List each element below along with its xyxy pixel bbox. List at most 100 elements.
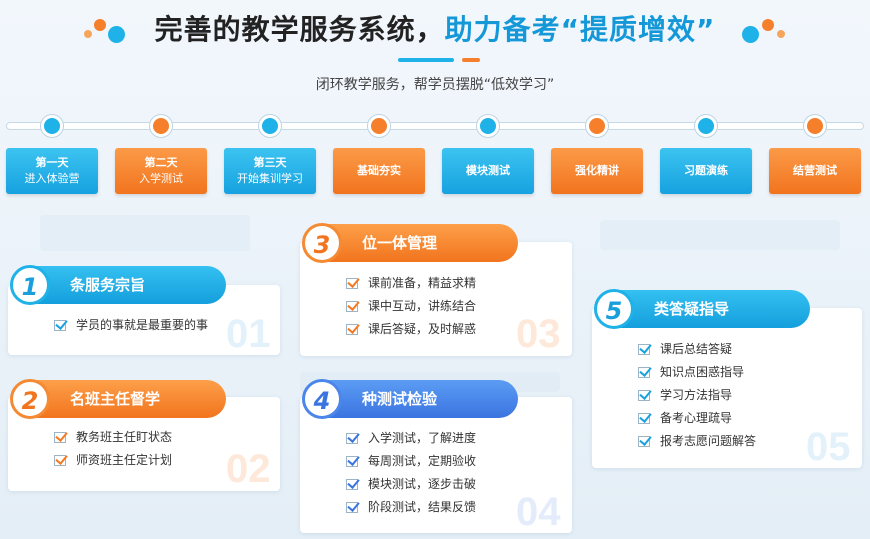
step-title: 第二天 bbox=[144, 156, 178, 169]
timeline-step-foundation: 基础夯实 bbox=[333, 148, 425, 194]
timeline-node bbox=[695, 115, 717, 137]
item-text: 学习方法指导 bbox=[660, 388, 733, 402]
checkbox-icon bbox=[346, 324, 358, 335]
item-text: 师资班主任定计划 bbox=[76, 453, 173, 467]
card-title: 类答疑指导 bbox=[654, 300, 730, 318]
card-qa-header: 类答疑指导 bbox=[610, 290, 810, 328]
checkbox-icon bbox=[638, 344, 650, 355]
checkbox-icon bbox=[346, 433, 358, 444]
checkbox-icon bbox=[638, 436, 650, 447]
step-desc: 入学测试 bbox=[139, 172, 183, 185]
timeline-node bbox=[804, 115, 826, 137]
step-title: 第三天 bbox=[253, 156, 287, 169]
card-service-principle-header: 条服务宗旨 bbox=[26, 266, 226, 304]
card-watermark: 05 bbox=[806, 425, 851, 469]
checkbox-icon bbox=[346, 479, 358, 490]
checkbox-icon bbox=[638, 413, 650, 424]
checkbox-icon bbox=[638, 390, 650, 401]
timeline-node bbox=[259, 115, 281, 137]
step-title: 基础夯实 bbox=[357, 164, 401, 177]
page-title: 完善的教学服务系统，助力备考“提质增效” bbox=[0, 10, 870, 50]
step-desc: 开始集训学习 bbox=[237, 172, 303, 185]
list-item: 课后总结答疑 bbox=[638, 338, 756, 361]
list-item: 报考志愿问题解答 bbox=[638, 430, 756, 453]
timeline-step-final-test: 结营测试 bbox=[769, 148, 861, 194]
list-item: 知识点困惑指导 bbox=[638, 361, 756, 384]
list-item: 入学测试，了解进度 bbox=[346, 427, 476, 450]
list-item: 学习方法指导 bbox=[638, 384, 756, 407]
list-item: 模块测试，逐步击破 bbox=[346, 473, 476, 496]
item-text: 备考心理疏导 bbox=[660, 411, 733, 425]
card-number-badge: 1 bbox=[10, 265, 50, 305]
item-text: 知识点困惑指导 bbox=[660, 365, 745, 379]
title-main: 完善的教学服务系统， bbox=[154, 13, 445, 46]
list-item: 课中互动，讲练结合 bbox=[346, 295, 476, 318]
card-watermark: 03 bbox=[516, 312, 561, 356]
list-item: 每周测试，定期验收 bbox=[346, 450, 476, 473]
card-watermark: 02 bbox=[226, 447, 271, 491]
item-text: 课后答疑，及时解惑 bbox=[368, 322, 477, 336]
timeline-step-day3: 第三天 开始集训学习 bbox=[224, 148, 316, 194]
list-item: 备考心理疏导 bbox=[638, 407, 756, 430]
item-text: 每周测试，定期验收 bbox=[368, 454, 477, 468]
list-item: 师资班主任定计划 bbox=[54, 449, 172, 472]
card-number-badge: 2 bbox=[10, 379, 50, 419]
timeline-node bbox=[586, 115, 608, 137]
title-accent: 助力备考“提质增效” bbox=[444, 13, 716, 46]
card-watermark: 01 bbox=[226, 312, 271, 356]
item-text: 入学测试，了解进度 bbox=[368, 431, 477, 445]
timeline-step-module-test: 模块测试 bbox=[442, 148, 534, 194]
timeline-track bbox=[6, 122, 864, 130]
card-headteacher-header: 名班主任督学 bbox=[26, 380, 226, 418]
card-qa-list: 课后总结答疑 知识点困惑指导 学习方法指导 备考心理疏导 报考志愿问题解答 bbox=[638, 338, 756, 453]
list-item: 学员的事就是最重要的事 bbox=[54, 314, 208, 337]
checkbox-icon bbox=[346, 301, 358, 312]
step-title: 习题演练 bbox=[684, 164, 728, 177]
timeline-node bbox=[477, 115, 499, 137]
card-watermark: 04 bbox=[516, 490, 561, 534]
step-desc: 进入体验营 bbox=[24, 172, 80, 185]
item-text: 课前准备，精益求精 bbox=[368, 276, 477, 290]
timeline-step-day2: 第二天 入学测试 bbox=[115, 148, 207, 194]
card-title: 种测试检验 bbox=[362, 390, 438, 408]
list-item: 阶段测试，结果反馈 bbox=[346, 496, 476, 519]
checkbox-icon bbox=[54, 455, 66, 466]
timeline-step-intensive: 强化精讲 bbox=[551, 148, 643, 194]
checkbox-icon bbox=[346, 278, 358, 289]
card-headteacher-list: 教务班主任盯状态 师资班主任定计划 bbox=[54, 426, 172, 472]
step-title: 强化精讲 bbox=[575, 164, 619, 177]
item-text: 学员的事就是最重要的事 bbox=[76, 318, 209, 332]
timeline-step-practice: 习题演练 bbox=[660, 148, 752, 194]
card-management-list: 课前准备，精益求精 课中互动，讲练结合 课后答疑，及时解惑 bbox=[346, 272, 476, 341]
card-service-principle-list: 学员的事就是最重要的事 bbox=[54, 314, 208, 337]
card-title: 位一体管理 bbox=[362, 234, 438, 252]
card-title: 名班主任督学 bbox=[70, 390, 161, 408]
item-text: 课中互动，讲练结合 bbox=[368, 299, 477, 313]
checkbox-icon bbox=[638, 367, 650, 378]
item-text: 报考志愿问题解答 bbox=[660, 434, 757, 448]
card-number-badge: 3 bbox=[302, 223, 342, 263]
card-title: 条服务宗旨 bbox=[70, 276, 146, 294]
page-subtitle: 闭环教学服务，帮学员摆脱“低效学习” bbox=[315, 77, 555, 93]
item-text: 课后总结答疑 bbox=[660, 342, 733, 356]
card-tests-list: 入学测试，了解进度 每周测试，定期验收 模块测试，逐步击破 阶段测试，结果反馈 bbox=[346, 427, 476, 519]
card-number-badge: 5 bbox=[594, 289, 634, 329]
timeline-step-day1: 第一天 进入体验营 bbox=[6, 148, 98, 194]
card-management-header: 位一体管理 bbox=[318, 224, 518, 262]
list-item: 教务班主任盯状态 bbox=[54, 426, 172, 449]
checkbox-icon bbox=[346, 502, 358, 513]
item-text: 阶段测试，结果反馈 bbox=[368, 500, 477, 514]
card-number-badge: 4 bbox=[302, 379, 342, 419]
step-title: 第一天 bbox=[35, 156, 69, 169]
checkbox-icon bbox=[54, 432, 66, 443]
step-title: 结营测试 bbox=[793, 164, 837, 177]
list-item: 课前准备，精益求精 bbox=[346, 272, 476, 295]
checkbox-icon bbox=[346, 456, 358, 467]
timeline-node bbox=[41, 115, 63, 137]
list-item: 课后答疑，及时解惑 bbox=[346, 318, 476, 341]
card-tests-header: 种测试检验 bbox=[318, 380, 518, 418]
timeline-node bbox=[368, 115, 390, 137]
step-title: 模块测试 bbox=[466, 164, 510, 177]
item-text: 教务班主任盯状态 bbox=[76, 430, 173, 444]
item-text: 模块测试，逐步击破 bbox=[368, 477, 477, 491]
